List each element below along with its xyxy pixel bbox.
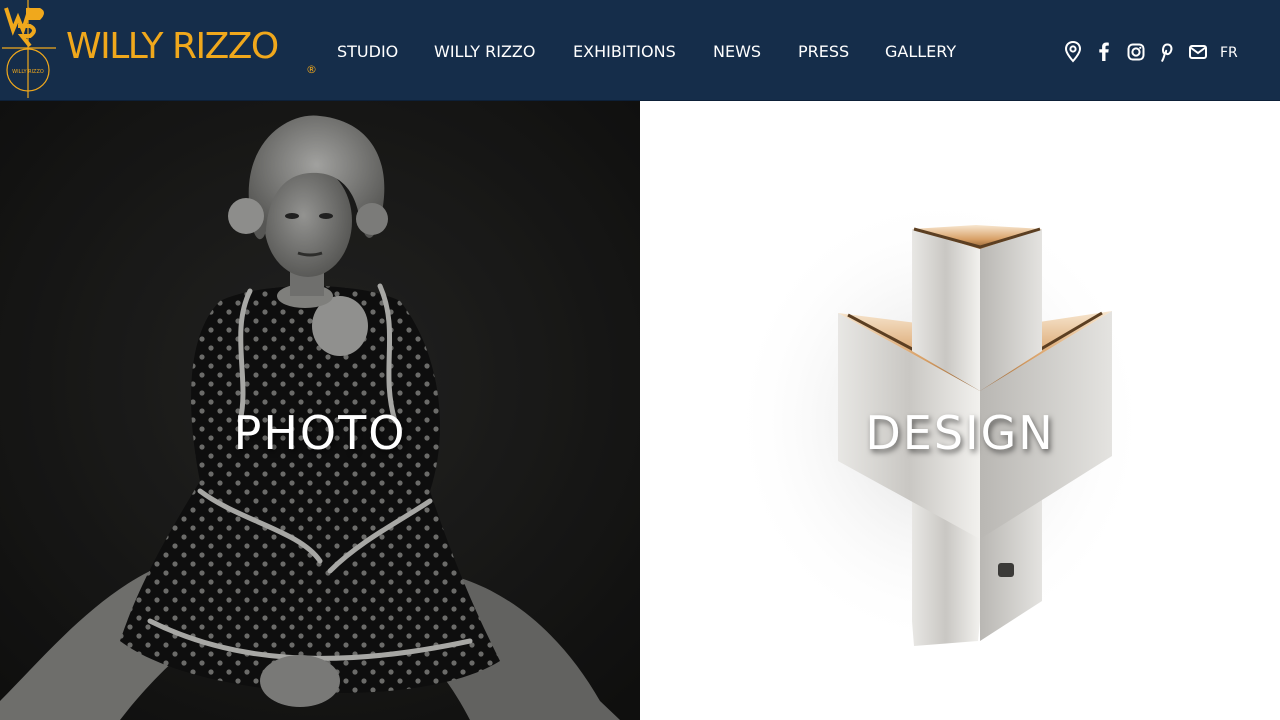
language-switch[interactable]: FR <box>1220 43 1238 63</box>
site-logo[interactable]: WILLY RIZZO WILLY RIZZO ® <box>0 0 320 100</box>
mail-icon[interactable] <box>1188 40 1208 64</box>
nav-item-willy-rizzo[interactable]: WILLY RIZZO <box>434 42 535 62</box>
monogram-caption: WILLY RIZZO <box>12 69 44 75</box>
nav-item-exhibitions[interactable]: EXHIBITIONS <box>573 42 676 62</box>
photo-panel[interactable]: PHOTO <box>0 101 640 720</box>
photo-panel-title: PHOTO <box>233 406 407 460</box>
pinterest-icon[interactable] <box>1158 40 1174 64</box>
site-header: WILLY RIZZO WILLY RIZZO ® STUDIO WILLY R… <box>0 0 1280 101</box>
nav-item-gallery[interactable]: GALLERY <box>885 42 956 62</box>
design-panel-title: DESIGN <box>865 406 1055 460</box>
nav-item-press[interactable]: PRESS <box>798 42 849 62</box>
instagram-icon[interactable] <box>1126 40 1146 64</box>
brand-name: WILLY RIZZO <box>66 26 279 67</box>
map-pin-icon[interactable] <box>1064 40 1082 64</box>
nav-item-news[interactable]: NEWS <box>713 42 761 62</box>
facebook-icon[interactable] <box>1096 40 1110 64</box>
monogram-logo-icon: WILLY RIZZO <box>2 0 56 98</box>
registered-mark: ® <box>306 63 317 76</box>
nav-item-studio[interactable]: STUDIO <box>337 42 398 62</box>
design-panel[interactable]: DESIGN <box>640 101 1280 720</box>
